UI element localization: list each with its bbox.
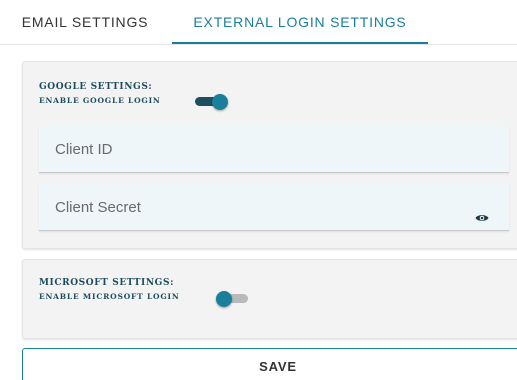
enable-microsoft-login-toggle[interactable]	[216, 291, 248, 307]
client-secret-input[interactable]	[55, 184, 475, 230]
eye-icon[interactable]	[475, 210, 489, 221]
settings-tabs: EMAIL SETTINGS EXTERNAL LOGIN SETTINGS	[0, 0, 517, 45]
save-button[interactable]: SAVE	[22, 348, 517, 380]
external-login-settings-page: EMAIL SETTINGS EXTERNAL LOGIN SETTINGS G…	[0, 0, 517, 380]
toggle-knob	[212, 94, 228, 110]
microsoft-settings-title: MICROSOFT SETTINGS:	[39, 278, 174, 288]
google-settings-title: GOOGLE SETTINGS:	[39, 82, 153, 92]
save-button-label: SAVE	[259, 359, 297, 374]
enable-google-login-toggle[interactable]	[195, 94, 228, 110]
google-settings-panel: GOOGLE SETTINGS: ENABLE GOOGLE LOGIN	[22, 61, 517, 249]
client-id-input[interactable]	[55, 126, 475, 172]
client-secret-field[interactable]	[39, 184, 509, 231]
tab-external-login-settings[interactable]: EXTERNAL LOGIN SETTINGS	[172, 0, 428, 43]
toggle-knob	[216, 291, 232, 307]
enable-google-login-label: ENABLE GOOGLE LOGIN	[39, 96, 161, 105]
client-id-field[interactable]	[39, 126, 509, 173]
tab-email-settings[interactable]: EMAIL SETTINGS	[0, 0, 170, 43]
microsoft-settings-panel: MICROSOFT SETTINGS: ENABLE MICROSOFT LOG…	[22, 259, 517, 339]
enable-microsoft-login-label: ENABLE MICROSOFT LOGIN	[39, 292, 180, 301]
active-tab-indicator	[172, 42, 428, 44]
